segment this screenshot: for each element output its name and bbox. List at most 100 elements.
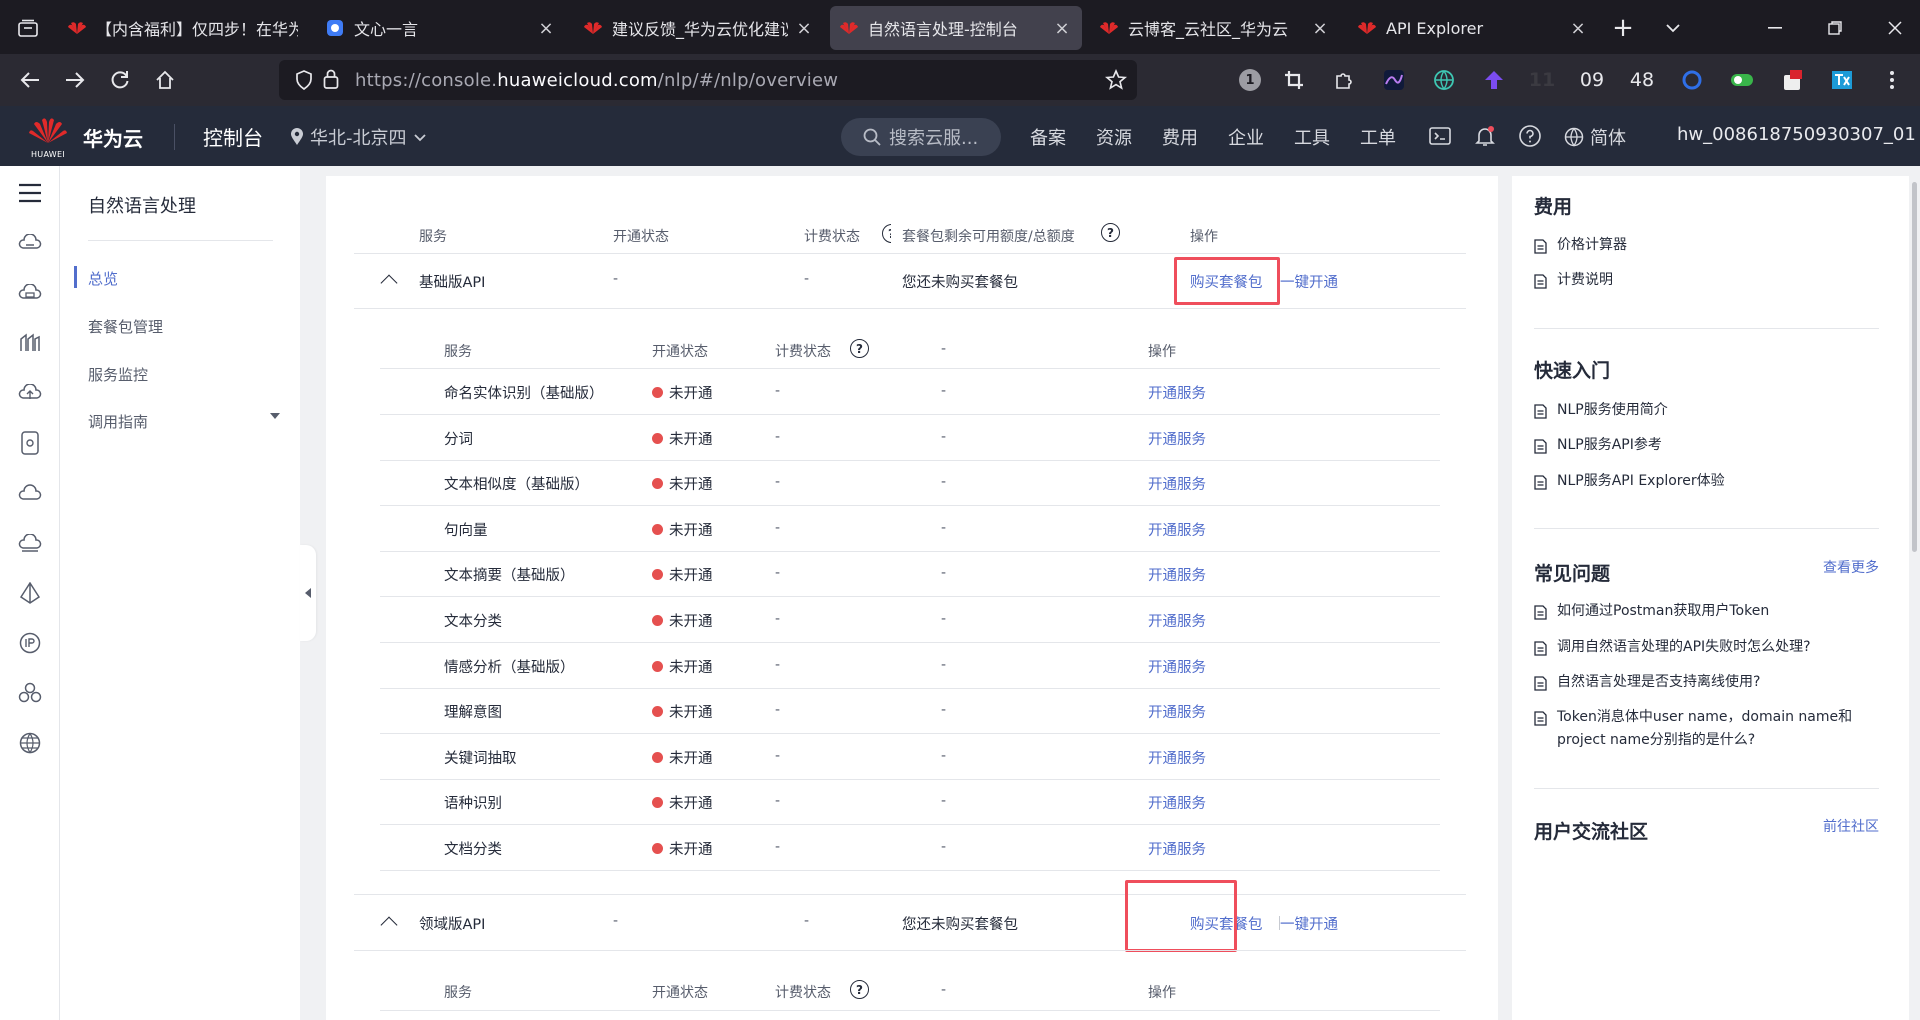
tab-feedback[interactable]: 建议反馈_华为云优化建议反 × — [574, 6, 824, 50]
tab-blog[interactable]: 云博客_云社区_华为云 × — [1090, 6, 1340, 50]
lock-icon[interactable] — [323, 69, 339, 93]
subnav-item-overview[interactable]: 总览 — [88, 268, 118, 289]
tab-close-icon[interactable]: × — [1310, 18, 1330, 39]
network-icon[interactable] — [15, 328, 45, 358]
fees-link[interactable]: 计费说明 — [1534, 269, 1874, 292]
page-scrollbar[interactable] — [1909, 176, 1920, 1020]
region-selector[interactable]: 华北-北京四 — [290, 124, 427, 150]
enable-service-button[interactable]: 开通服务 — [1148, 428, 1206, 449]
menu-enterprise[interactable]: 企业 — [1228, 124, 1264, 150]
menu-resources[interactable]: 资源 — [1096, 124, 1132, 150]
console-link[interactable]: 控制台 — [203, 122, 263, 151]
crop-icon[interactable] — [1278, 64, 1310, 96]
pyramid-icon[interactable] — [15, 578, 45, 608]
faq-more-link[interactable]: 查看更多 — [1823, 557, 1879, 577]
hamburger-menu-icon[interactable] — [15, 178, 45, 208]
cloud-upload-icon[interactable] — [15, 378, 45, 408]
minimize-icon[interactable] — [1752, 6, 1798, 50]
cluster-icon[interactable] — [15, 678, 45, 708]
billing-help-icon[interactable]: ? — [850, 979, 869, 999]
cloud-sync-icon[interactable] — [15, 528, 45, 558]
caret-down-icon[interactable] — [270, 413, 280, 419]
enable-service-button[interactable]: 开通服务 — [1148, 792, 1206, 813]
menu-billing[interactable]: 费用 — [1162, 124, 1198, 150]
enable-service-button[interactable]: 开通服务 — [1148, 747, 1206, 768]
tab-list-icon[interactable] — [6, 6, 50, 50]
web-globe-icon[interactable] — [15, 728, 45, 758]
tab-wenxin[interactable]: 文心一言 × — [316, 6, 566, 50]
sl-extension-icon[interactable] — [1776, 64, 1808, 96]
faq-link[interactable]: Token消息体中user name，domain name和project n… — [1534, 706, 1874, 752]
enable-service-button[interactable]: 开通服务 — [1148, 473, 1206, 494]
collapse-chevron-up-icon[interactable] — [380, 274, 398, 292]
menu-tickets[interactable]: 工单 — [1360, 124, 1396, 150]
shield-icon[interactable] — [295, 70, 313, 94]
restore-icon[interactable] — [1812, 6, 1858, 50]
reload-icon[interactable] — [100, 60, 140, 100]
close-window-icon[interactable] — [1872, 6, 1918, 50]
forward-icon[interactable] — [55, 60, 95, 100]
toggle-extension-icon[interactable] — [1726, 64, 1758, 96]
scrollbar-thumb[interactable] — [1912, 182, 1917, 552]
new-tab-button[interactable]: + — [1600, 6, 1646, 50]
enable-service-button[interactable]: 开通服务 — [1148, 610, 1206, 631]
enable-service-button[interactable]: 开通服务 — [1148, 382, 1206, 403]
enable-service-button[interactable]: 开通服务 — [1148, 656, 1206, 677]
enable-service-button[interactable]: 开通服务 — [1148, 564, 1206, 585]
collapse-chevron-up-icon[interactable] — [380, 916, 398, 934]
subnav-item-monitoring[interactable]: 服务监控 — [88, 364, 148, 385]
billing-help-icon[interactable]: ? — [850, 338, 869, 358]
community-link[interactable]: 前往社区 — [1823, 816, 1879, 836]
wave-extension-icon[interactable] — [1378, 64, 1410, 96]
help-icon[interactable] — [1516, 122, 1544, 150]
enable-service-button[interactable]: 开通服务 — [1148, 838, 1206, 859]
faq-link[interactable]: 如何通过Postman获取用户Token — [1534, 600, 1874, 623]
tab-api-explorer[interactable]: API Explorer × — [1348, 6, 1598, 50]
fees-link[interactable]: 价格计算器 — [1534, 234, 1874, 257]
arrow-extension-icon[interactable] — [1478, 64, 1510, 96]
quick-start-link[interactable]: NLP服务API参考 — [1534, 434, 1874, 457]
storage-device-icon[interactable] — [15, 428, 45, 458]
browser-menu-icon[interactable] — [1876, 64, 1908, 96]
huawei-logo[interactable]: HUAWEI — [28, 114, 68, 160]
back-icon[interactable] — [10, 60, 50, 100]
home-icon[interactable] — [145, 60, 185, 100]
menu-tools[interactable]: 工具 — [1294, 124, 1330, 150]
tx-extension-icon[interactable] — [1826, 64, 1858, 96]
tab-close-icon[interactable]: × — [1568, 18, 1588, 39]
enable-service-button[interactable]: 开通服务 — [1148, 519, 1206, 540]
tab-overflow-icon[interactable] — [1650, 6, 1696, 50]
collapse-sidebar-handle[interactable] — [300, 545, 316, 641]
one-click-enable-button[interactable]: 一键开通 — [1280, 271, 1338, 292]
tab-nlp-console[interactable]: 自然语言处理-控制台 × — [830, 6, 1082, 50]
database-cloud-icon[interactable] — [15, 278, 45, 308]
tab-close-icon[interactable]: × — [536, 18, 556, 39]
subnav-item-guide[interactable]: 调用指南 — [88, 411, 148, 432]
quick-start-link[interactable]: NLP服务使用简介 — [1534, 399, 1874, 422]
bookmark-star-icon[interactable] — [1104, 68, 1128, 95]
quick-start-link[interactable]: NLP服务API Explorer体验 — [1534, 470, 1874, 493]
brand-name[interactable]: 华为云 — [83, 123, 143, 152]
extension-badge-icon[interactable]: 1 — [1234, 64, 1266, 96]
cloud-server-icon[interactable] — [15, 228, 45, 258]
language-selector[interactable]: 简体 — [1564, 124, 1626, 150]
cloud-icon[interactable] — [15, 478, 45, 508]
notification-bell-icon[interactable] — [1471, 122, 1499, 150]
address-bar[interactable]: https://console.huaweicloud.com/nlp/#/nl… — [279, 60, 1137, 100]
faq-link[interactable]: 调用自然语言处理的API失败时怎么处理? — [1534, 636, 1874, 659]
menu-filing[interactable]: 备案 — [1030, 124, 1066, 150]
enable-service-button[interactable]: 开通服务 — [1148, 701, 1206, 722]
network-extension-icon[interactable] — [1428, 64, 1460, 96]
search-input[interactable]: 搜索云服... — [841, 118, 1001, 156]
cloud-shell-icon[interactable] — [1426, 122, 1454, 150]
tab-close-icon[interactable]: × — [1052, 18, 1072, 39]
subnav-item-packages[interactable]: 套餐包管理 — [88, 316, 163, 337]
tab-close-icon[interactable]: × — [794, 18, 814, 39]
tab-promo[interactable]: 【内含福利】仅四步！在华为 — [58, 6, 308, 50]
faq-link[interactable]: 自然语言处理是否支持离线使用? — [1534, 671, 1874, 694]
billing-help-icon[interactable]: ? — [882, 223, 891, 243]
ring-extension-icon[interactable] — [1676, 64, 1708, 96]
ip-icon[interactable] — [15, 628, 45, 658]
puzzle-extension-icon[interactable] — [1328, 64, 1360, 96]
user-account[interactable]: hw_008618750930307_01 — [1677, 124, 1916, 145]
